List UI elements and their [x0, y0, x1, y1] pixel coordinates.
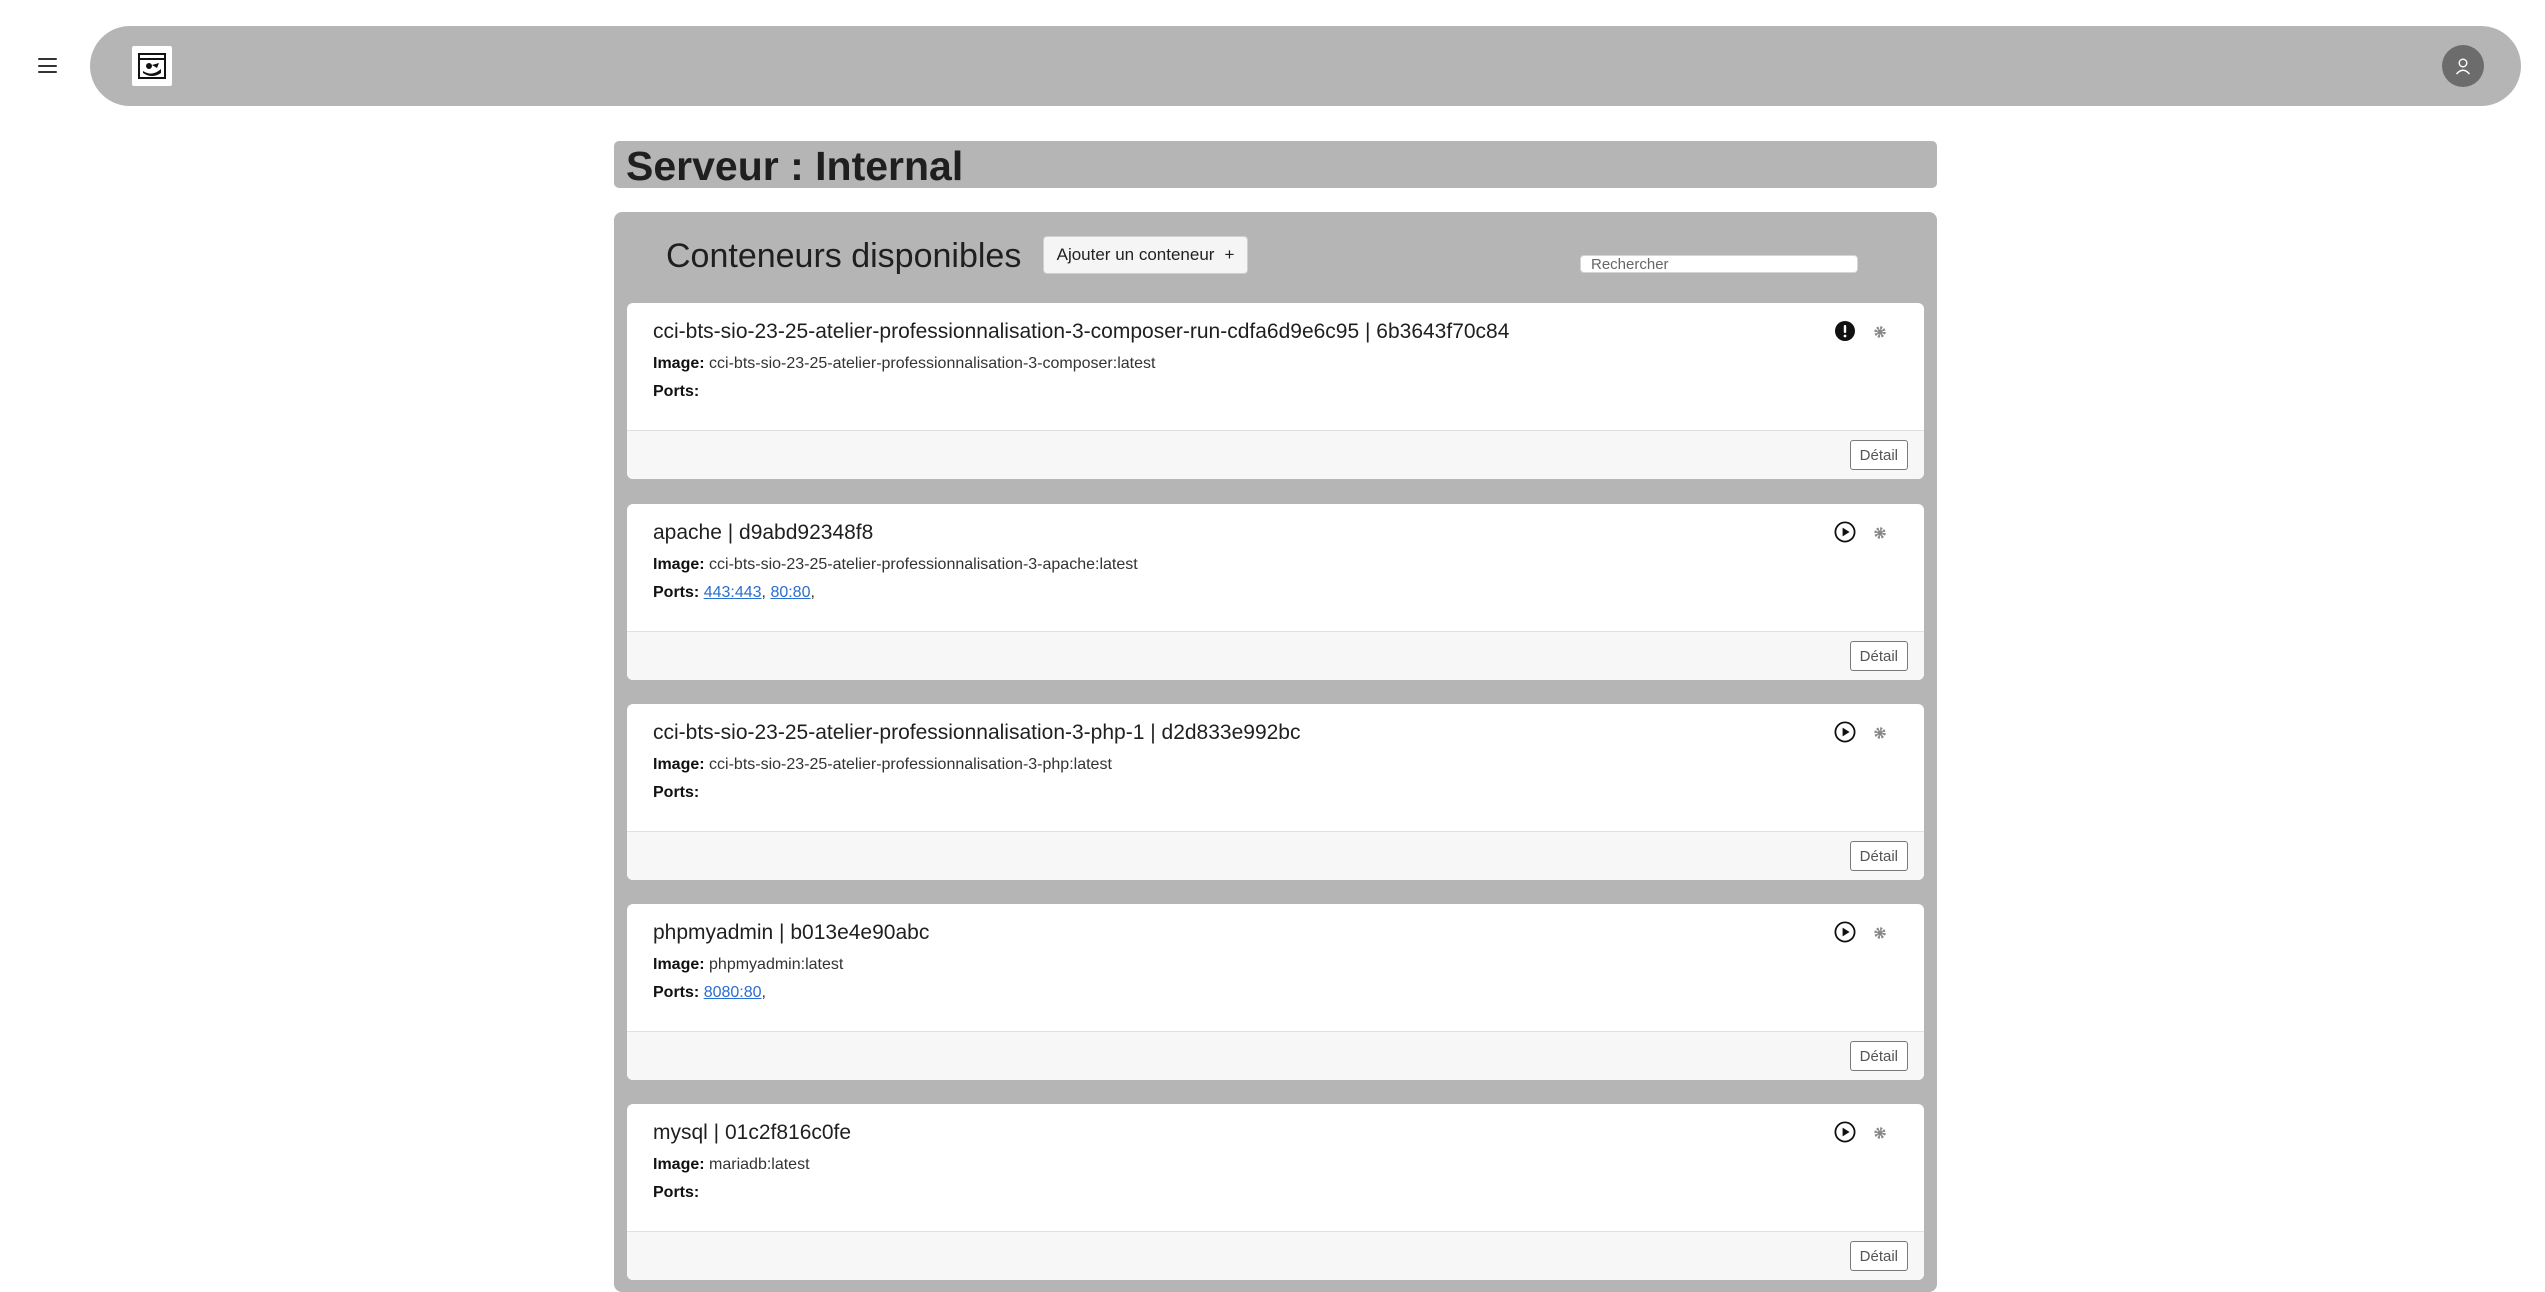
gear-icon[interactable]	[1873, 926, 1887, 940]
container-image-line: Image: mariadb:latest	[653, 1155, 810, 1175]
page-title-bar: Serveur : Internal	[614, 141, 1937, 189]
container-ports-line: Ports: 443:443, 80:80,	[653, 583, 815, 603]
container-card: apache | d9abd92348f8 Image: cci-bts-sio…	[627, 504, 1924, 680]
card-body: apache | d9abd92348f8 Image: cci-bts-sio…	[627, 504, 1924, 631]
card-body: cci-bts-sio-23-25-atelier-professionnali…	[627, 303, 1924, 430]
container-image-line: Image: cci-bts-sio-23-25-atelier-profess…	[653, 555, 1138, 575]
gear-icon[interactable]	[1873, 1126, 1887, 1140]
search-input[interactable]	[1580, 255, 1858, 273]
gear-icon[interactable]	[1873, 526, 1887, 540]
ports-label: Ports:	[653, 984, 700, 1001]
exclamation-icon[interactable]	[1834, 320, 1856, 342]
hamburger-line	[38, 71, 57, 73]
container-ports-line: Ports:	[653, 1183, 699, 1203]
card-footer: Détail	[627, 631, 1924, 680]
image-label: Image:	[653, 355, 705, 372]
container-title: mysql | 01c2f816c0fe	[653, 1121, 852, 1144]
port-separator: ,	[761, 584, 766, 601]
card-footer: Détail	[627, 831, 1924, 880]
ports-label: Ports:	[653, 784, 700, 801]
container-ports-line: Ports:	[653, 382, 699, 402]
gear-icon[interactable]	[1873, 726, 1887, 740]
card-body: phpmyadmin | b013e4e90abc Image: phpmyad…	[627, 904, 1924, 1031]
card-body: cci-bts-sio-23-25-atelier-professionnali…	[627, 704, 1924, 831]
detail-button[interactable]: Détail	[1849, 440, 1908, 470]
container-card: phpmyadmin | b013e4e90abc Image: phpmyad…	[627, 904, 1924, 1080]
ports-label: Ports:	[653, 383, 700, 400]
play-icon[interactable]	[1834, 1121, 1856, 1143]
panel-title: Conteneurs disponibles	[666, 237, 1022, 275]
ports-label: Ports:	[653, 1184, 700, 1201]
container-title: cci-bts-sio-23-25-atelier-professionnali…	[653, 320, 1510, 343]
port-separator: ,	[761, 984, 766, 1001]
gear-icon[interactable]	[1873, 325, 1887, 339]
play-icon[interactable]	[1834, 921, 1856, 943]
container-ports-line: Ports: 8080:80,	[653, 983, 766, 1003]
container-title: cci-bts-sio-23-25-atelier-professionnali…	[653, 721, 1301, 744]
plus-icon: +	[1224, 245, 1235, 264]
hamburger-line	[38, 58, 57, 60]
user-avatar-icon[interactable]	[2442, 45, 2484, 87]
card-footer: Détail	[627, 1031, 1924, 1080]
card-footer: Détail	[627, 1231, 1924, 1280]
container-title: apache | d9abd92348f8	[653, 521, 874, 544]
image-label: Image:	[653, 556, 705, 573]
container-card: cci-bts-sio-23-25-atelier-professionnali…	[627, 303, 1924, 479]
play-icon[interactable]	[1834, 521, 1856, 543]
container-card: cci-bts-sio-23-25-atelier-professionnali…	[627, 704, 1924, 880]
ports-label: Ports:	[653, 584, 700, 601]
container-image: cci-bts-sio-23-25-atelier-professionnali…	[709, 355, 1156, 372]
hamburger-line	[38, 64, 57, 67]
play-icon[interactable]	[1834, 721, 1856, 743]
container-image-line: Image: phpmyadmin:latest	[653, 955, 843, 975]
container-image-line: Image: cci-bts-sio-23-25-atelier-profess…	[653, 755, 1112, 775]
containers-panel: Conteneurs disponibles Ajouter un conten…	[614, 212, 1937, 1292]
container-ports-line: Ports:	[653, 783, 699, 803]
container-image: cci-bts-sio-23-25-atelier-professionnali…	[709, 756, 1112, 773]
image-label: Image:	[653, 956, 705, 973]
container-card: mysql | 01c2f816c0fe Image: mariadb:late…	[627, 1104, 1924, 1280]
add-container-button[interactable]: Ajouter un conteneur +	[1043, 236, 1248, 274]
image-label: Image:	[653, 756, 705, 773]
container-image: mariadb:latest	[709, 1156, 810, 1173]
port-link[interactable]: 80:80	[770, 584, 810, 601]
detail-button[interactable]: Détail	[1849, 1241, 1908, 1271]
port-link[interactable]: 8080:80	[704, 984, 762, 1001]
detail-button[interactable]: Détail	[1849, 1041, 1908, 1071]
card-footer: Détail	[627, 430, 1924, 479]
add-container-label: Ajouter un conteneur	[1056, 245, 1215, 264]
port-separator: ,	[810, 584, 815, 601]
container-title: phpmyadmin | b013e4e90abc	[653, 921, 930, 944]
hamburger-menu-button[interactable]	[38, 58, 57, 73]
top-navbar	[90, 26, 2521, 106]
container-image: cci-bts-sio-23-25-atelier-professionnali…	[709, 556, 1138, 573]
image-label: Image:	[653, 1156, 705, 1173]
port-link[interactable]: 443:443	[704, 584, 762, 601]
page-title: Serveur : Internal	[626, 143, 964, 189]
container-image-line: Image: cci-bts-sio-23-25-atelier-profess…	[653, 354, 1155, 374]
detail-button[interactable]: Détail	[1849, 641, 1908, 671]
app-logo-icon[interactable]	[132, 46, 172, 86]
detail-button[interactable]: Détail	[1849, 841, 1908, 871]
container-image: phpmyadmin:latest	[709, 956, 844, 973]
card-body: mysql | 01c2f816c0fe Image: mariadb:late…	[627, 1104, 1924, 1231]
